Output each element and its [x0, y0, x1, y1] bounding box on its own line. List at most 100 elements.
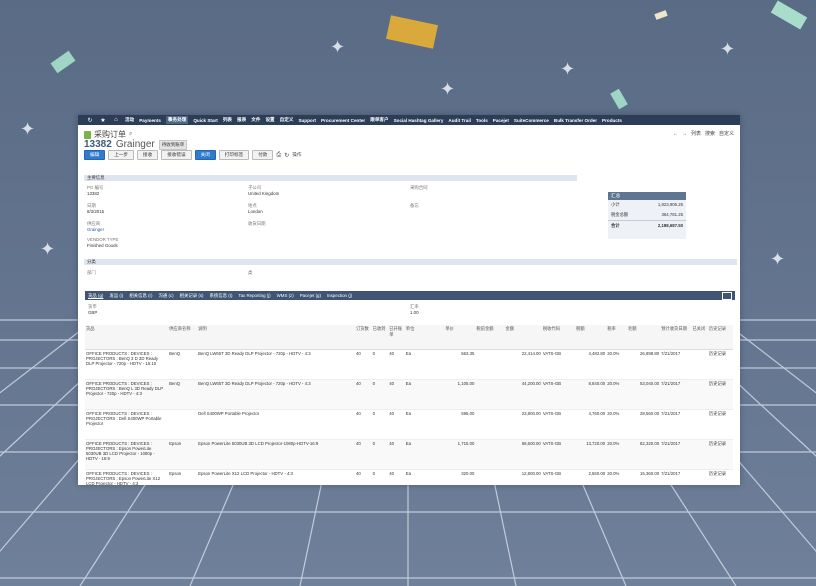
tab-system-info[interactable]: 系统信息 (t)	[209, 293, 232, 299]
nav-item-transactions[interactable]: 事务处理	[165, 116, 189, 124]
pay-button[interactable]: 付款	[252, 150, 274, 160]
nav-item-setup[interactable]: 设置	[265, 117, 274, 123]
receive-date-field: 收货日期	[248, 221, 266, 226]
history-link[interactable]: 历史记录	[707, 439, 733, 470]
table-cell	[691, 409, 708, 440]
tab-items[interactable]: 货品 (g)	[88, 293, 103, 299]
tab-wms[interactable]: WMS (z)	[277, 293, 294, 298]
table-cell: VATS-GB	[541, 409, 576, 440]
sparkle-icon: ✦	[20, 119, 36, 139]
search-link[interactable]: 搜索	[705, 130, 715, 137]
vendor-link[interactable]: Grainger	[87, 227, 104, 233]
table-cell: 7/21/2017	[660, 439, 692, 470]
nav-item-lists[interactable]: 列表	[223, 117, 232, 123]
table-cell: 20.0%	[606, 349, 627, 380]
back-arrow-icon[interactable]: ←	[673, 131, 678, 137]
actions-menu[interactable]: 操作	[292, 152, 301, 158]
sparkle-icon: ✦	[40, 239, 56, 259]
item-link[interactable]: OFFICE PRODUCTS : DEVICES : PROJECTORS :…	[85, 469, 169, 485]
col-history: 历史记录	[707, 325, 733, 350]
table-cell: VATS-GB	[541, 469, 576, 485]
forward-arrow-icon[interactable]: →	[682, 131, 687, 137]
list-link[interactable]: 列表	[691, 130, 701, 137]
table-row: OFFICE PRODUCTS : DEVICES : PROJECTORS :…	[85, 439, 733, 470]
receive-button[interactable]: 接收	[137, 150, 159, 160]
nav-item-products[interactable]: Products	[602, 118, 622, 123]
nav-item-reports[interactable]: 报表	[237, 117, 246, 123]
expand-icon[interactable]	[722, 291, 732, 300]
table-cell: 7/21/2017	[660, 379, 692, 410]
tab-inspection[interactable]: Inspection (j)	[327, 293, 352, 298]
col-billed: 已开账单	[388, 325, 405, 350]
close-button[interactable]: 关闭	[194, 150, 216, 160]
location-field: 地点 London	[248, 203, 263, 214]
history-link[interactable]: 历史记录	[707, 379, 733, 410]
table-cell: 1,715.00	[444, 439, 476, 470]
history-link[interactable]: 历史记录	[707, 469, 733, 485]
print-labels-button[interactable]: 打印标签	[218, 150, 250, 160]
history-link[interactable]: 历史记录	[707, 349, 733, 380]
purchase-order-screenshot: ↻ ★ ⌂ 活动 Payments 事务处理 Quick Start 列表 报表…	[78, 115, 740, 485]
classification-section: 分类	[84, 259, 737, 265]
nav-item-support[interactable]: Support	[298, 118, 316, 123]
nav-item-documents[interactable]: 文件	[251, 117, 260, 123]
item-link[interactable]: OFFICE PRODUCTS : DEVICES : PROJECTORS :…	[85, 439, 169, 470]
nav-item-procurement-center[interactable]: Procurement Center	[321, 118, 365, 123]
item-link[interactable]: OFFICE PRODUCTS : DEVICES : PROJECTORS :…	[85, 379, 169, 410]
table-cell: 26,898.80	[626, 349, 661, 380]
table-cell: 20.0%	[606, 379, 627, 410]
table-cell: 13,720.00	[575, 439, 607, 470]
items-table: 货品 供应商名称 说明 订货数 已收到 已开账单 单位 单价 税前金额 金额 税…	[85, 325, 733, 485]
nav-item-audit-trail[interactable]: Audit Trail	[448, 118, 470, 123]
table-cell: 320.00	[444, 469, 476, 485]
home-icon[interactable]: ⌂	[112, 117, 120, 123]
refresh-icon[interactable]: ↻	[284, 152, 289, 159]
table-cell: 40	[388, 379, 405, 410]
nav-item-quick-start[interactable]: Quick Start	[193, 118, 218, 123]
nav-item-activities[interactable]: 活动	[125, 117, 134, 123]
tab-related-records[interactable]: 相关记录 (s)	[180, 293, 204, 299]
memo-field: 备忘	[410, 203, 419, 208]
tab-pacejet[interactable]: Pacejet (g)	[300, 293, 321, 298]
table-cell: 68,600.00	[504, 439, 542, 470]
history-icon[interactable]: ↻	[86, 117, 94, 124]
item-link[interactable]: OFFICE PRODUCTS : DEVICES : PROJECTORS :…	[85, 349, 169, 380]
item-link[interactable]: OFFICE PRODUCTS : DEVICES : PROJECTORS :…	[85, 409, 169, 440]
edit-button[interactable]: 编辑	[84, 150, 106, 160]
star-icon[interactable]: ★	[99, 117, 107, 124]
tax-row: 税金总额 364,781.25	[611, 212, 683, 217]
history-link[interactable]: 历史记录	[707, 409, 733, 440]
vendor-name: Grainger	[115, 139, 155, 150]
receive-error-button[interactable]: 接收错误	[161, 150, 192, 160]
customize-link[interactable]: 自定义	[719, 130, 734, 137]
tab-tax-reporting[interactable]: Tax Reporting (j)	[238, 293, 270, 298]
nav-item-tools[interactable]: Tools	[476, 118, 488, 123]
nav-item-social-hashtag-gallery[interactable]: Social Hashtag Gallery	[394, 118, 444, 123]
back-button[interactable]: 上一步	[108, 150, 134, 160]
date-field: 日期 8/3/2015	[87, 203, 105, 214]
print-icon[interactable]: ⎙	[276, 152, 281, 159]
tab-shipping[interactable]: 发运 (i)	[109, 293, 123, 299]
table-row: OFFICE PRODUCTS : DEVICES : PROJECTORS :…	[85, 379, 733, 410]
summary-box: 汇总 小计 1,823,906.25 税金总额 364,781.25 合计 2,…	[608, 192, 686, 239]
table-cell	[475, 469, 505, 485]
nav-item-pacejet[interactable]: Pacejet	[493, 118, 509, 123]
table-cell: Epson	[168, 439, 198, 470]
nav-item-suitecommerce[interactable]: SuiteCommerce	[514, 118, 549, 123]
nav-item-payments[interactable]: Payments	[139, 118, 161, 123]
nav-item-customers[interactable]: 跟单客户	[370, 117, 388, 123]
table-cell: Ea	[404, 409, 445, 440]
subtab-bar: 货品 (g) 发运 (i) 相关信息 (r) 沟通 (c) 相关记录 (s) 系…	[85, 291, 735, 300]
nav-item-customization[interactable]: 自定义	[280, 117, 294, 123]
table-cell	[691, 349, 708, 380]
exchange-rate-field: 汇率 1.00	[410, 304, 419, 315]
tab-communication[interactable]: 沟通 (c)	[158, 293, 173, 299]
sparkle-icon: ✦	[330, 37, 346, 57]
table-cell	[168, 409, 198, 440]
table-cell: VATS-GB	[541, 379, 576, 410]
search-icon[interactable]: ⌕	[129, 131, 132, 138]
table-cell	[691, 379, 708, 410]
tab-related-info[interactable]: 相关信息 (r)	[129, 293, 152, 299]
col-expected-receipt: 预计收货日期	[660, 325, 692, 350]
nav-item-bulk-transfer-order[interactable]: Bulk Transfer Order	[554, 118, 597, 123]
